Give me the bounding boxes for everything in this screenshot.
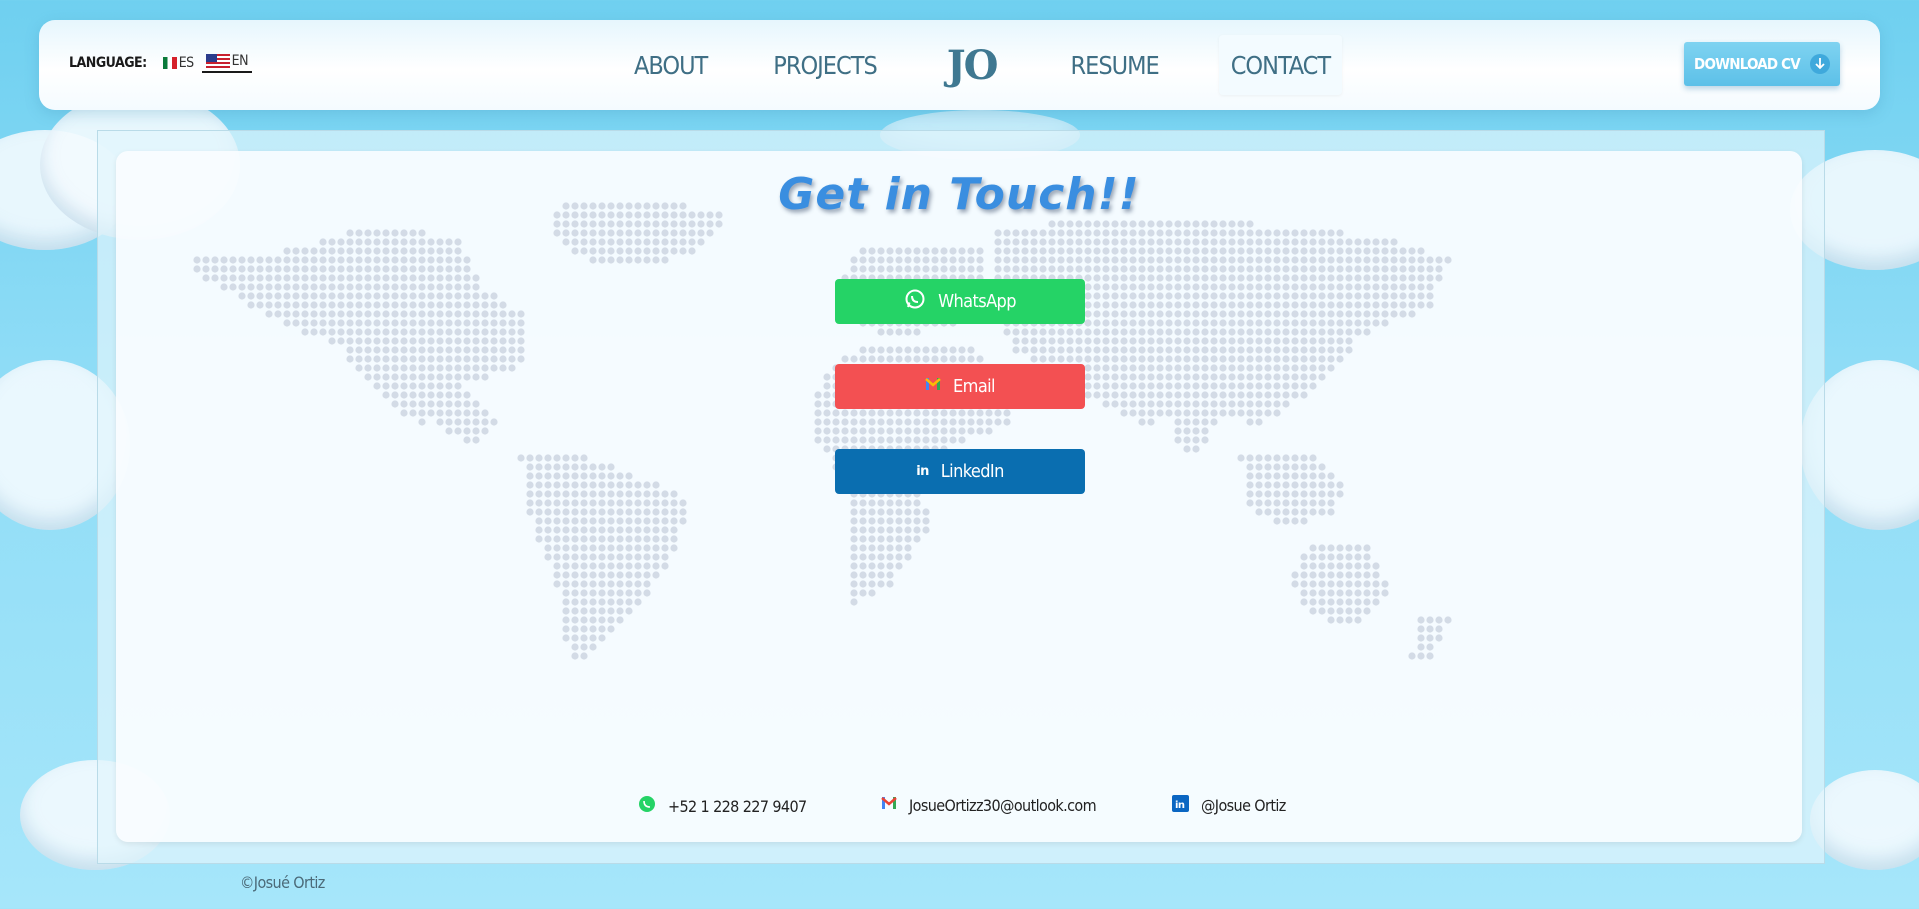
contact-info-row: +52 1 228 227 9407 JosueOrtizz30@outlook… [116, 795, 1802, 819]
contact-phone[interactable]: +52 1 228 227 9407 [638, 795, 807, 817]
linkedin-button[interactable]: in LinkedIn [835, 449, 1085, 494]
contact-linkedin[interactable]: in @Josue Ortiz [1172, 795, 1286, 816]
language-code-en: EN [231, 53, 249, 69]
nav-resume[interactable]: RESUME [1059, 35, 1171, 95]
footer-copyright: ©Josué Ortiz [240, 873, 325, 892]
nav-contact[interactable]: CONTACT [1218, 35, 1343, 95]
linkedin-icon: in [916, 464, 929, 479]
download-cv-label: DOWNLOAD CV [1694, 55, 1801, 73]
download-cv-button[interactable]: DOWNLOAD CV [1684, 42, 1840, 86]
contact-email[interactable]: JosueOrtizz30@outlook.com [881, 795, 1097, 815]
gmail-icon [881, 795, 897, 815]
mexico-flag-icon [162, 57, 177, 69]
whatsapp-icon [638, 795, 656, 817]
contact-linkedin-text: @Josue Ortiz [1201, 796, 1286, 815]
top-navbar: LANGUAGE: ES EN ABOUT PROJECTS JO RESUME… [39, 20, 1880, 110]
logo[interactable]: JO [947, 35, 999, 95]
language-label: LANGUAGE: [69, 55, 147, 71]
world-map-background [193, 202, 1452, 660]
background-cloud [1810, 770, 1919, 870]
language-option-es[interactable]: ES [162, 55, 194, 71]
nav-about[interactable]: ABOUT [622, 35, 719, 95]
nav-projects[interactable]: PROJECTS [761, 35, 888, 95]
whatsapp-button-label: WhatsApp [938, 291, 1016, 312]
linkedin-button-label: LinkedIn [940, 461, 1005, 482]
contact-phone-text: +52 1 228 227 9407 [668, 796, 807, 816]
language-option-en[interactable]: EN [201, 53, 253, 73]
download-arrow-icon [1809, 54, 1830, 74]
contact-email-text: JosueOrtizz30@outlook.com [909, 795, 1097, 815]
gmail-icon [925, 376, 941, 397]
whatsapp-button[interactable]: WhatsApp [835, 279, 1085, 324]
page-title: Get in Touch!! [778, 169, 1140, 220]
contact-card: Get in Touch!! WhatsApp Email in LinkedI… [116, 151, 1802, 842]
linkedin-icon: in [1172, 795, 1189, 816]
us-flag-icon [205, 53, 230, 69]
email-button[interactable]: Email [835, 364, 1085, 409]
svg-text:in: in [1175, 800, 1185, 811]
main-nav: ABOUT PROJECTS JO RESUME CONTACT [622, 35, 1343, 95]
language-switcher: LANGUAGE: ES EN [69, 53, 253, 73]
email-button-label: Email [953, 376, 996, 397]
language-code-es: ES [178, 55, 194, 71]
whatsapp-icon [904, 288, 926, 315]
